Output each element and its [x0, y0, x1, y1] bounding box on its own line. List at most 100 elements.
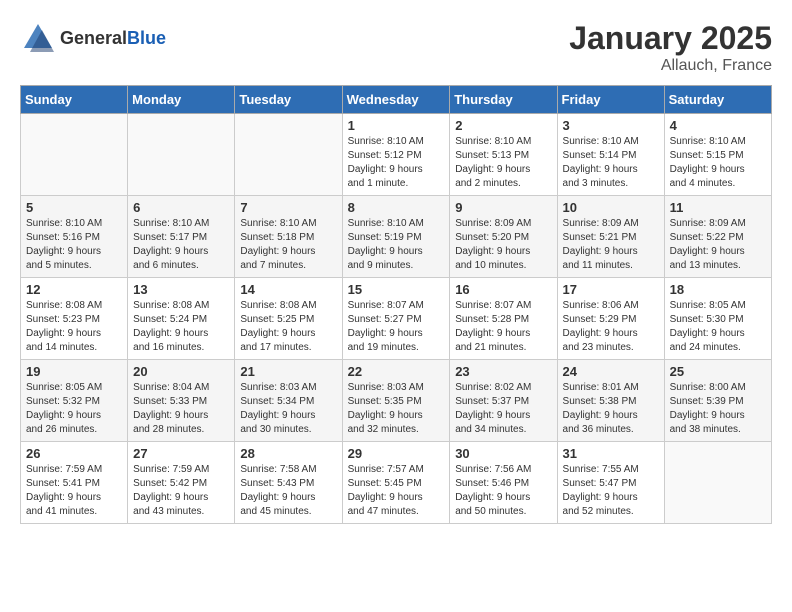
- day-number: 8: [348, 200, 445, 215]
- calendar-week-2: 5 Sunrise: 8:10 AM Sunset: 5:16 PM Daylig…: [21, 196, 772, 278]
- weekday-header-wednesday: Wednesday: [342, 86, 450, 114]
- calendar-cell: 7 Sunrise: 8:10 AM Sunset: 5:18 PM Daylig…: [235, 196, 342, 278]
- day-number: 7: [240, 200, 336, 215]
- day-info: Sunrise: 8:10 AM Sunset: 5:18 PM Dayligh…: [240, 217, 336, 273]
- day-info: Sunrise: 8:06 AM Sunset: 5:29 PM Dayligh…: [563, 299, 659, 355]
- day-info: Sunrise: 8:07 AM Sunset: 5:27 PM Dayligh…: [348, 299, 445, 355]
- page-header: GeneralBlue January 2025 Allauch, France: [20, 20, 772, 75]
- logo: GeneralBlue: [20, 20, 166, 56]
- calendar-cell: 4Sunrise: 8:10 AM Sunset: 5:15 PM Daylig…: [664, 114, 771, 196]
- day-info: Sunrise: 8:10 AM Sunset: 5:13 PM Dayligh…: [455, 135, 551, 191]
- day-number: 12: [26, 282, 122, 297]
- day-number: 14: [240, 282, 336, 297]
- calendar-cell: 25 Sunrise: 8:00 AM Sunset: 5:39 PM Dayli…: [664, 360, 771, 442]
- calendar-cell: 9 Sunrise: 8:09 AM Sunset: 5:20 PM Daylig…: [450, 196, 557, 278]
- calendar-cell: 31Sunrise: 7:55 AM Sunset: 5:47 PM Dayli…: [557, 442, 664, 524]
- day-info: Sunrise: 8:03 AM Sunset: 5:35 PM Dayligh…: [348, 381, 445, 437]
- logo-icon: [20, 20, 56, 56]
- day-info: Sunrise: 8:08 AM Sunset: 5:24 PM Dayligh…: [133, 299, 229, 355]
- calendar-cell: 22 Sunrise: 8:03 AM Sunset: 5:35 PM Dayli…: [342, 360, 450, 442]
- day-number: 11: [670, 200, 766, 215]
- day-info: Sunrise: 8:00 AM Sunset: 5:39 PM Dayligh…: [670, 381, 766, 437]
- day-number: 5: [26, 200, 122, 215]
- calendar-cell: 23Sunrise: 8:02 AM Sunset: 5:37 PM Dayli…: [450, 360, 557, 442]
- calendar-cell: 20 Sunrise: 8:04 AM Sunset: 5:33 PM Dayli…: [128, 360, 235, 442]
- calendar-cell: [128, 114, 235, 196]
- day-number: 2: [455, 118, 551, 133]
- day-info: Sunrise: 8:02 AM Sunset: 5:37 PM Dayligh…: [455, 381, 551, 437]
- day-number: 25: [670, 364, 766, 379]
- weekday-header-tuesday: Tuesday: [235, 86, 342, 114]
- calendar-cell: 28Sunrise: 7:58 AM Sunset: 5:43 PM Dayli…: [235, 442, 342, 524]
- location-title: Allauch, France: [569, 57, 772, 75]
- calendar-cell: 30 Sunrise: 7:56 AM Sunset: 5:46 PM Dayli…: [450, 442, 557, 524]
- calendar-week-3: 12 Sunrise: 8:08 AM Sunset: 5:23 PM Dayli…: [21, 278, 772, 360]
- day-info: Sunrise: 8:10 AM Sunset: 5:14 PM Dayligh…: [563, 135, 659, 191]
- day-info: Sunrise: 8:10 AM Sunset: 5:19 PM Dayligh…: [348, 217, 445, 273]
- day-number: 10: [563, 200, 659, 215]
- calendar-cell: 8 Sunrise: 8:10 AM Sunset: 5:19 PM Daylig…: [342, 196, 450, 278]
- day-number: 18: [670, 282, 766, 297]
- calendar-week-4: 19 Sunrise: 8:05 AM Sunset: 5:32 PM Dayli…: [21, 360, 772, 442]
- calendar-cell: [21, 114, 128, 196]
- day-number: 15: [348, 282, 445, 297]
- calendar-cell: 29Sunrise: 7:57 AM Sunset: 5:45 PM Dayli…: [342, 442, 450, 524]
- day-number: 17: [563, 282, 659, 297]
- calendar-cell: 11 Sunrise: 8:09 AM Sunset: 5:22 PM Dayli…: [664, 196, 771, 278]
- title-area: January 2025 Allauch, France: [569, 20, 772, 75]
- day-number: 21: [240, 364, 336, 379]
- day-number: 9: [455, 200, 551, 215]
- day-info: Sunrise: 8:10 AM Sunset: 5:17 PM Dayligh…: [133, 217, 229, 273]
- day-info: Sunrise: 8:04 AM Sunset: 5:33 PM Dayligh…: [133, 381, 229, 437]
- weekday-header-sunday: Sunday: [21, 86, 128, 114]
- day-number: 13: [133, 282, 229, 297]
- logo-blue: Blue: [127, 28, 166, 48]
- calendar-cell: 26Sunrise: 7:59 AM Sunset: 5:41 PM Dayli…: [21, 442, 128, 524]
- day-info: Sunrise: 7:56 AM Sunset: 5:46 PM Dayligh…: [455, 463, 551, 519]
- calendar-header: SundayMondayTuesdayWednesdayThursdayFrid…: [21, 86, 772, 114]
- day-number: 22: [348, 364, 445, 379]
- day-info: Sunrise: 8:09 AM Sunset: 5:20 PM Dayligh…: [455, 217, 551, 273]
- day-number: 24: [563, 364, 659, 379]
- day-info: Sunrise: 8:01 AM Sunset: 5:38 PM Dayligh…: [563, 381, 659, 437]
- weekday-header-row: SundayMondayTuesdayWednesdayThursdayFrid…: [21, 86, 772, 114]
- day-number: 19: [26, 364, 122, 379]
- weekday-header-saturday: Saturday: [664, 86, 771, 114]
- weekday-header-monday: Monday: [128, 86, 235, 114]
- calendar-cell: 10Sunrise: 8:09 AM Sunset: 5:21 PM Dayli…: [557, 196, 664, 278]
- weekday-header-thursday: Thursday: [450, 86, 557, 114]
- day-number: 20: [133, 364, 229, 379]
- day-info: Sunrise: 8:09 AM Sunset: 5:22 PM Dayligh…: [670, 217, 766, 273]
- calendar-cell: 6 Sunrise: 8:10 AM Sunset: 5:17 PM Daylig…: [128, 196, 235, 278]
- day-number: 16: [455, 282, 551, 297]
- calendar-cell: 12 Sunrise: 8:08 AM Sunset: 5:23 PM Dayli…: [21, 278, 128, 360]
- day-number: 30: [455, 446, 551, 461]
- calendar-cell: 3 Sunrise: 8:10 AM Sunset: 5:14 PM Daylig…: [557, 114, 664, 196]
- day-number: 26: [26, 446, 122, 461]
- calendar-cell: 5 Sunrise: 8:10 AM Sunset: 5:16 PM Daylig…: [21, 196, 128, 278]
- calendar-cell: 15 Sunrise: 8:07 AM Sunset: 5:27 PM Dayli…: [342, 278, 450, 360]
- calendar-cell: 27Sunrise: 7:59 AM Sunset: 5:42 PM Dayli…: [128, 442, 235, 524]
- day-info: Sunrise: 8:10 AM Sunset: 5:15 PM Dayligh…: [670, 135, 766, 191]
- calendar-cell: 24 Sunrise: 8:01 AM Sunset: 5:38 PM Dayli…: [557, 360, 664, 442]
- day-info: Sunrise: 8:07 AM Sunset: 5:28 PM Dayligh…: [455, 299, 551, 355]
- day-number: 3: [563, 118, 659, 133]
- day-number: 6: [133, 200, 229, 215]
- day-info: Sunrise: 8:10 AM Sunset: 5:12 PM Dayligh…: [348, 135, 445, 191]
- day-info: Sunrise: 8:08 AM Sunset: 5:23 PM Dayligh…: [26, 299, 122, 355]
- day-info: Sunrise: 8:05 AM Sunset: 5:32 PM Dayligh…: [26, 381, 122, 437]
- calendar-cell: 14Sunrise: 8:08 AM Sunset: 5:25 PM Dayli…: [235, 278, 342, 360]
- weekday-header-friday: Friday: [557, 86, 664, 114]
- calendar-cell: 13 Sunrise: 8:08 AM Sunset: 5:24 PM Dayli…: [128, 278, 235, 360]
- calendar-cell: [664, 442, 771, 524]
- calendar-cell: 1Sunrise: 8:10 AM Sunset: 5:12 PM Daylig…: [342, 114, 450, 196]
- day-number: 27: [133, 446, 229, 461]
- day-info: Sunrise: 8:10 AM Sunset: 5:16 PM Dayligh…: [26, 217, 122, 273]
- calendar-cell: 19 Sunrise: 8:05 AM Sunset: 5:32 PM Dayli…: [21, 360, 128, 442]
- day-info: Sunrise: 8:05 AM Sunset: 5:30 PM Dayligh…: [670, 299, 766, 355]
- day-number: 31: [563, 446, 659, 461]
- calendar: SundayMondayTuesdayWednesdayThursdayFrid…: [20, 85, 772, 524]
- logo-text: GeneralBlue: [60, 28, 166, 49]
- calendar-cell: 21Sunrise: 8:03 AM Sunset: 5:34 PM Dayli…: [235, 360, 342, 442]
- calendar-week-5: 26Sunrise: 7:59 AM Sunset: 5:41 PM Dayli…: [21, 442, 772, 524]
